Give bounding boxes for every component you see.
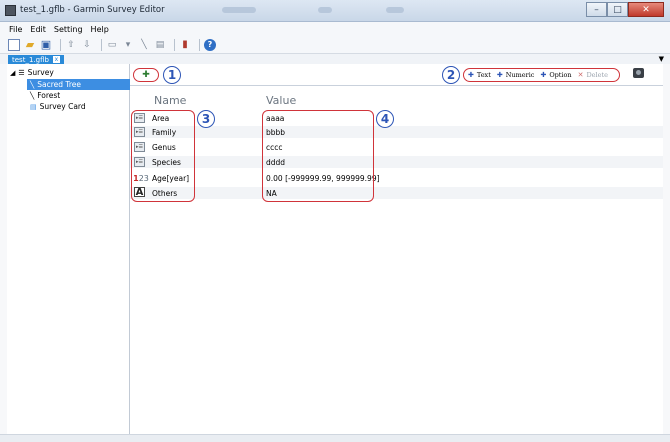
close-button[interactable]: ✕ bbox=[628, 2, 664, 17]
tree-item-sacred-tree[interactable]: ╲ Sacred Tree bbox=[27, 79, 130, 90]
toolbar-separator bbox=[174, 38, 175, 51]
tree-item-label: Sacred Tree bbox=[37, 80, 82, 89]
delete-button[interactable]: ✕ Delete bbox=[578, 71, 608, 79]
tree-item-forest[interactable]: ╲ Forest bbox=[30, 90, 60, 101]
new-file-icon[interactable] bbox=[8, 38, 20, 51]
toolbar-separator bbox=[199, 38, 200, 51]
tree-item-label: Survey bbox=[27, 68, 54, 77]
title-blur bbox=[222, 7, 256, 13]
menu-help[interactable]: Help bbox=[91, 25, 109, 34]
tree-item-label: Survey Card bbox=[39, 102, 86, 111]
attribute-row[interactable]: A Others NA bbox=[130, 187, 663, 199]
tree-item-survey[interactable]: ◢ ☰ Survey bbox=[10, 67, 54, 78]
tab-list-dropdown-icon[interactable]: ▼ bbox=[659, 55, 664, 63]
line-icon: ╲ bbox=[30, 91, 35, 100]
survey-tree: ◢ ☰ Survey ╲ Sacred Tree ╲ Forest ▤ Surv… bbox=[7, 64, 130, 434]
add-option-label: Option bbox=[549, 71, 572, 79]
status-bar bbox=[0, 434, 670, 442]
add-text-label: Text bbox=[476, 71, 491, 79]
names-highlight bbox=[131, 110, 195, 202]
expand-arrow-icon[interactable]: ◢ bbox=[10, 69, 15, 77]
add-line-icon[interactable]: ╲ bbox=[138, 39, 150, 51]
close-tab-icon[interactable]: x bbox=[52, 56, 60, 63]
toolbar-separator bbox=[101, 38, 102, 51]
menu-edit[interactable]: Edit bbox=[30, 25, 46, 34]
menu-bar: File Edit Setting Help bbox=[0, 22, 670, 36]
callout-3: 3 bbox=[197, 110, 215, 128]
callout-2: 2 bbox=[442, 66, 460, 84]
callout-1: 1 bbox=[163, 66, 181, 84]
title-blur bbox=[318, 7, 332, 13]
menu-file[interactable]: File bbox=[9, 25, 22, 34]
tree-item-label: Forest bbox=[37, 91, 61, 100]
minimize-button[interactable]: – bbox=[586, 2, 607, 17]
add-option-button[interactable]: ✚ Option bbox=[540, 71, 571, 79]
title-blur bbox=[386, 7, 404, 13]
add-folder-icon[interactable]: ▭ bbox=[106, 39, 118, 51]
line-icon: ╲ bbox=[30, 80, 35, 89]
document-tab[interactable]: test_1.gflb x bbox=[8, 55, 64, 64]
add-icon: ✚ bbox=[468, 71, 474, 79]
toolbar-separator bbox=[60, 38, 61, 51]
window-title: test_1.gflb - Garmin Survey Editor bbox=[20, 5, 165, 15]
document-tab-strip bbox=[0, 54, 670, 64]
attribute-row[interactable]: ▸☰ Species dddd bbox=[130, 156, 663, 168]
maximize-button[interactable]: □ bbox=[607, 2, 628, 17]
field-actions-group: ✚ Text ✚ Numeric ✚ Option ✕ Delete bbox=[463, 68, 620, 82]
help-icon[interactable]: ? bbox=[204, 38, 216, 51]
card-icon: ▤ bbox=[30, 102, 37, 111]
delete-icon: ✕ bbox=[577, 71, 584, 79]
callout-4: 4 bbox=[376, 110, 394, 128]
move-down-icon[interactable]: ⇩ bbox=[81, 39, 93, 51]
add-icon: ✚ bbox=[496, 71, 503, 79]
menu-setting[interactable]: Setting bbox=[54, 25, 83, 34]
add-attribute-button[interactable]: ✚ bbox=[133, 68, 159, 82]
delete-label: Delete bbox=[586, 71, 608, 79]
add-numeric-button[interactable]: ✚ Numeric bbox=[497, 71, 535, 79]
attribute-editor: ✚ 1 2 ✚ Text ✚ Numeric ✚ Option ✕ Delete… bbox=[130, 64, 663, 434]
save-icon[interactable]: ▣ bbox=[40, 38, 52, 51]
values-highlight bbox=[262, 110, 374, 202]
book-icon[interactable]: ▮ bbox=[179, 39, 191, 51]
open-folder-icon[interactable]: ▰ bbox=[24, 38, 36, 51]
document-tab-label: test_1.gflb bbox=[12, 55, 49, 64]
window-buttons: – □ ✕ bbox=[586, 2, 664, 17]
title-bar: test_1.gflb - Garmin Survey Editor – □ ✕ bbox=[0, 0, 670, 22]
survey-list-icon: ☰ bbox=[18, 68, 25, 77]
dropdown-arrow-icon[interactable]: ▾ bbox=[122, 39, 134, 51]
tree-item-survey-card[interactable]: ▤ Survey Card bbox=[30, 101, 86, 112]
add-numeric-label: Numeric bbox=[505, 71, 535, 79]
camera-icon[interactable] bbox=[633, 68, 644, 78]
attribute-row[interactable]: ▸☰ Genus cccc bbox=[130, 141, 663, 153]
toolbar: ▰ ▣ ⇧ ⇩ ▭ ▾ ╲ ▤ ▮ ? bbox=[0, 36, 670, 54]
add-card-icon[interactable]: ▤ bbox=[154, 39, 166, 51]
column-header-name: Name bbox=[154, 94, 187, 107]
attribute-toolbar: ✚ 1 2 ✚ Text ✚ Numeric ✚ Option ✕ Delete bbox=[130, 64, 663, 86]
app-icon bbox=[5, 5, 16, 16]
add-icon: ✚ bbox=[540, 71, 547, 79]
add-text-button[interactable]: ✚ Text bbox=[468, 71, 491, 79]
attribute-row[interactable]: ▸☰ Family bbbb bbox=[130, 126, 663, 138]
attribute-row[interactable]: 1 23 Age[year] 0.00 [-999999.99, 999999.9… bbox=[130, 172, 663, 184]
move-up-icon[interactable]: ⇧ bbox=[65, 39, 77, 51]
column-header-value: Value bbox=[266, 94, 297, 107]
